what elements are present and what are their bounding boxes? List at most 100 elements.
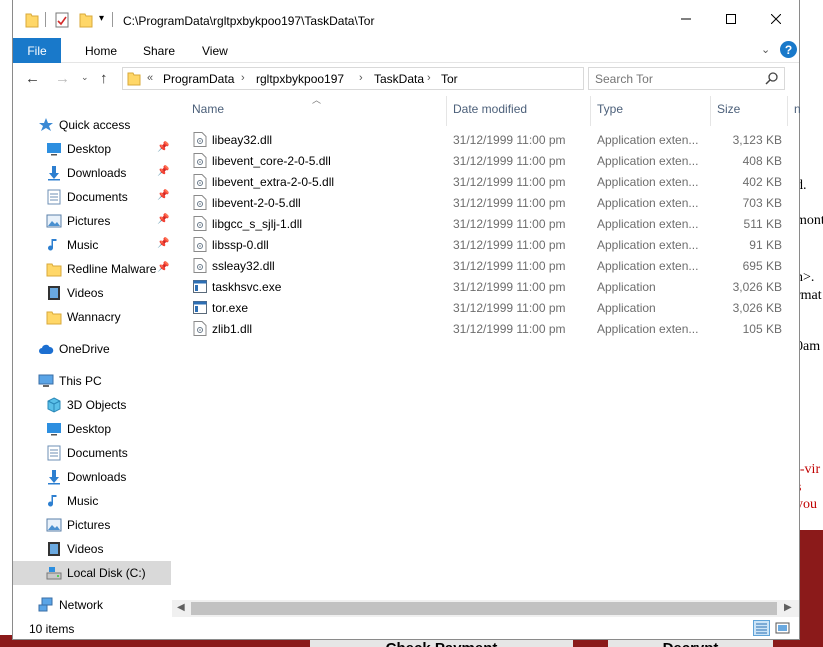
- application-file-icon: [193, 279, 207, 294]
- folder-icon: [46, 263, 62, 277]
- sidebar-item-3d-objects[interactable]: 3D Objects: [13, 393, 171, 417]
- up-arrow-icon[interactable]: ↑: [100, 70, 108, 87]
- music-icon: [48, 239, 57, 251]
- table-row[interactable]: libevent_core-2-0-5.dll 31/12/1999 11:00 …: [190, 150, 790, 171]
- tab-view[interactable]: View: [202, 44, 228, 58]
- file-name: libeay32.dll: [212, 133, 273, 147]
- column-header-extra[interactable]: n: [794, 102, 800, 116]
- minimize-icon: [681, 18, 691, 20]
- sidebar-item-pc-downloads[interactable]: Downloads: [13, 465, 171, 489]
- qa-dropdown-icon[interactable]: ▾: [99, 13, 104, 24]
- file-explorer-window: ▾ C:\ProgramData\rgltpxbykpoo197\TaskDat…: [12, 0, 800, 640]
- sidebar-item-redline-malware[interactable]: Redline Malware 📌: [13, 257, 171, 281]
- column-header-name[interactable]: Name: [192, 102, 224, 116]
- column-divider[interactable]: [446, 96, 447, 126]
- file-size: 511 KB: [743, 217, 782, 231]
- scroll-left-icon[interactable]: ◀: [177, 602, 185, 613]
- file-type: Application exten...: [597, 217, 699, 231]
- help-icon[interactable]: ?: [780, 41, 797, 58]
- column-header-size[interactable]: Size: [717, 102, 740, 116]
- large-icons-view-button[interactable]: [774, 620, 791, 636]
- videos-icon: [48, 286, 60, 300]
- videos-icon: [48, 542, 60, 556]
- sidebar-item-label: Wannacry: [67, 310, 121, 324]
- file-date-modified: 31/12/1999 11:00 pm: [453, 280, 566, 294]
- tab-share[interactable]: Share: [143, 44, 175, 58]
- back-arrow-icon[interactable]: ←: [25, 70, 40, 87]
- address-overflow[interactable]: «: [147, 72, 153, 84]
- details-view-button[interactable]: [753, 620, 770, 636]
- file-size: 91 KB: [749, 238, 782, 252]
- sidebar-item-label: This PC: [59, 374, 102, 388]
- table-row[interactable]: taskhsvc.exe 31/12/1999 11:00 pm Applicati…: [190, 276, 790, 297]
- minimize-button[interactable]: [663, 0, 709, 38]
- table-row[interactable]: zlib1.dll 31/12/1999 11:00 pm Application …: [190, 318, 790, 339]
- sidebar-item-pc-pictures[interactable]: Pictures: [13, 513, 171, 537]
- sidebar-item-local-disk[interactable]: Local Disk (C:): [13, 561, 171, 585]
- sidebar-item-network[interactable]: Network: [13, 593, 171, 617]
- address-bar[interactable]: « ProgramData › rgltpxbykpoo197 › TaskDa…: [122, 67, 680, 90]
- scroll-right-icon[interactable]: ▶: [784, 602, 792, 613]
- new-folder-icon[interactable]: [79, 12, 93, 28]
- close-button[interactable]: [753, 0, 799, 38]
- sidebar-item-pc-desktop[interactable]: Desktop: [13, 417, 171, 441]
- breadcrumb-programdata[interactable]: ProgramData: [163, 72, 234, 86]
- maximize-button[interactable]: [708, 0, 754, 38]
- sidebar-item-documents[interactable]: Documents 📌: [13, 185, 171, 209]
- search-input[interactable]: [589, 68, 759, 89]
- file-name: taskhsvc.exe: [212, 280, 282, 294]
- sidebar-item-pictures[interactable]: Pictures 📌: [13, 209, 171, 233]
- tab-home[interactable]: Home: [85, 44, 117, 58]
- sidebar-item-pc-music[interactable]: Music: [13, 489, 171, 513]
- column-divider[interactable]: [590, 96, 591, 126]
- column-divider[interactable]: [787, 96, 788, 126]
- dll-file-icon: [193, 258, 207, 273]
- properties-icon[interactable]: [55, 12, 69, 28]
- sidebar-item-pc-documents[interactable]: Documents: [13, 441, 171, 465]
- sidebar-item-wannacry[interactable]: Wannacry: [13, 305, 171, 329]
- sidebar-item-videos[interactable]: Videos: [13, 281, 171, 305]
- file-date-modified: 31/12/1999 11:00 pm: [453, 217, 566, 231]
- file-date-modified: 31/12/1999 11:00 pm: [453, 238, 566, 252]
- scrollbar-thumb[interactable]: [191, 602, 777, 615]
- table-row[interactable]: libevent_extra-2-0-5.dll 31/12/1999 11:00…: [190, 171, 790, 192]
- column-divider[interactable]: [710, 96, 711, 126]
- file-size: 402 KB: [742, 175, 782, 189]
- sidebar-item-pc-videos[interactable]: Videos: [13, 537, 171, 561]
- ribbon-expand-icon[interactable]: ⌄: [761, 43, 770, 56]
- sidebar-item-label: Downloads: [67, 166, 127, 180]
- breadcrumb-taskdata[interactable]: TaskData: [374, 72, 424, 86]
- sidebar-item-desktop[interactable]: Desktop 📌: [13, 137, 171, 161]
- table-row[interactable]: libssp-0.dll 31/12/1999 11:00 pm Applicati…: [190, 234, 790, 255]
- breadcrumb-chevron-icon[interactable]: ›: [241, 72, 245, 84]
- table-row[interactable]: libeay32.dll 31/12/1999 11:00 pm Applicati…: [190, 129, 790, 150]
- sidebar-item-label: Documents: [67, 446, 128, 460]
- application-file-icon: [193, 300, 207, 315]
- search-box[interactable]: [588, 67, 785, 90]
- table-row[interactable]: libgcc_s_sjlj-1.dll 31/12/1999 11:00 pm Ap…: [190, 213, 790, 234]
- forward-arrow-icon[interactable]: →: [55, 70, 70, 87]
- documents-icon: [47, 445, 61, 461]
- local-disk-icon: [46, 567, 62, 580]
- breadcrumb-rgltpxbykpoo197[interactable]: rgltpxbykpoo197: [256, 72, 344, 86]
- file-size: 105 KB: [742, 322, 782, 336]
- breadcrumb-chevron-icon[interactable]: ›: [427, 72, 431, 84]
- recent-dropdown-icon[interactable]: ⌄: [81, 72, 89, 83]
- column-header-type[interactable]: Type: [597, 102, 623, 116]
- breadcrumb-tor[interactable]: Tor: [441, 72, 458, 86]
- sidebar-item-quick-access[interactable]: Quick access: [13, 113, 171, 137]
- sidebar-item-label: Network: [59, 598, 104, 612]
- sidebar-item-downloads[interactable]: Downloads 📌: [13, 161, 171, 185]
- sidebar-item-music[interactable]: Music 📌: [13, 233, 171, 257]
- file-tab[interactable]: File: [13, 38, 61, 63]
- table-row[interactable]: ssleay32.dll 31/12/1999 11:00 pm Applicati…: [190, 255, 790, 276]
- sidebar-item-onedrive[interactable]: OneDrive: [13, 337, 171, 361]
- folder-icon: [25, 13, 39, 28]
- table-row[interactable]: tor.exe 31/12/1999 11:00 pm Application 3,0…: [190, 297, 790, 318]
- column-header-date[interactable]: Date modified: [453, 102, 527, 116]
- table-row[interactable]: libevent-2-0-5.dll 31/12/1999 11:00 pm App…: [190, 192, 790, 213]
- sidebar-item-this-pc[interactable]: This PC: [13, 369, 171, 393]
- horizontal-scrollbar[interactable]: ◀ ▶: [172, 600, 799, 617]
- breadcrumb-chevron-icon[interactable]: ›: [359, 72, 363, 84]
- search-icon[interactable]: [765, 71, 779, 85]
